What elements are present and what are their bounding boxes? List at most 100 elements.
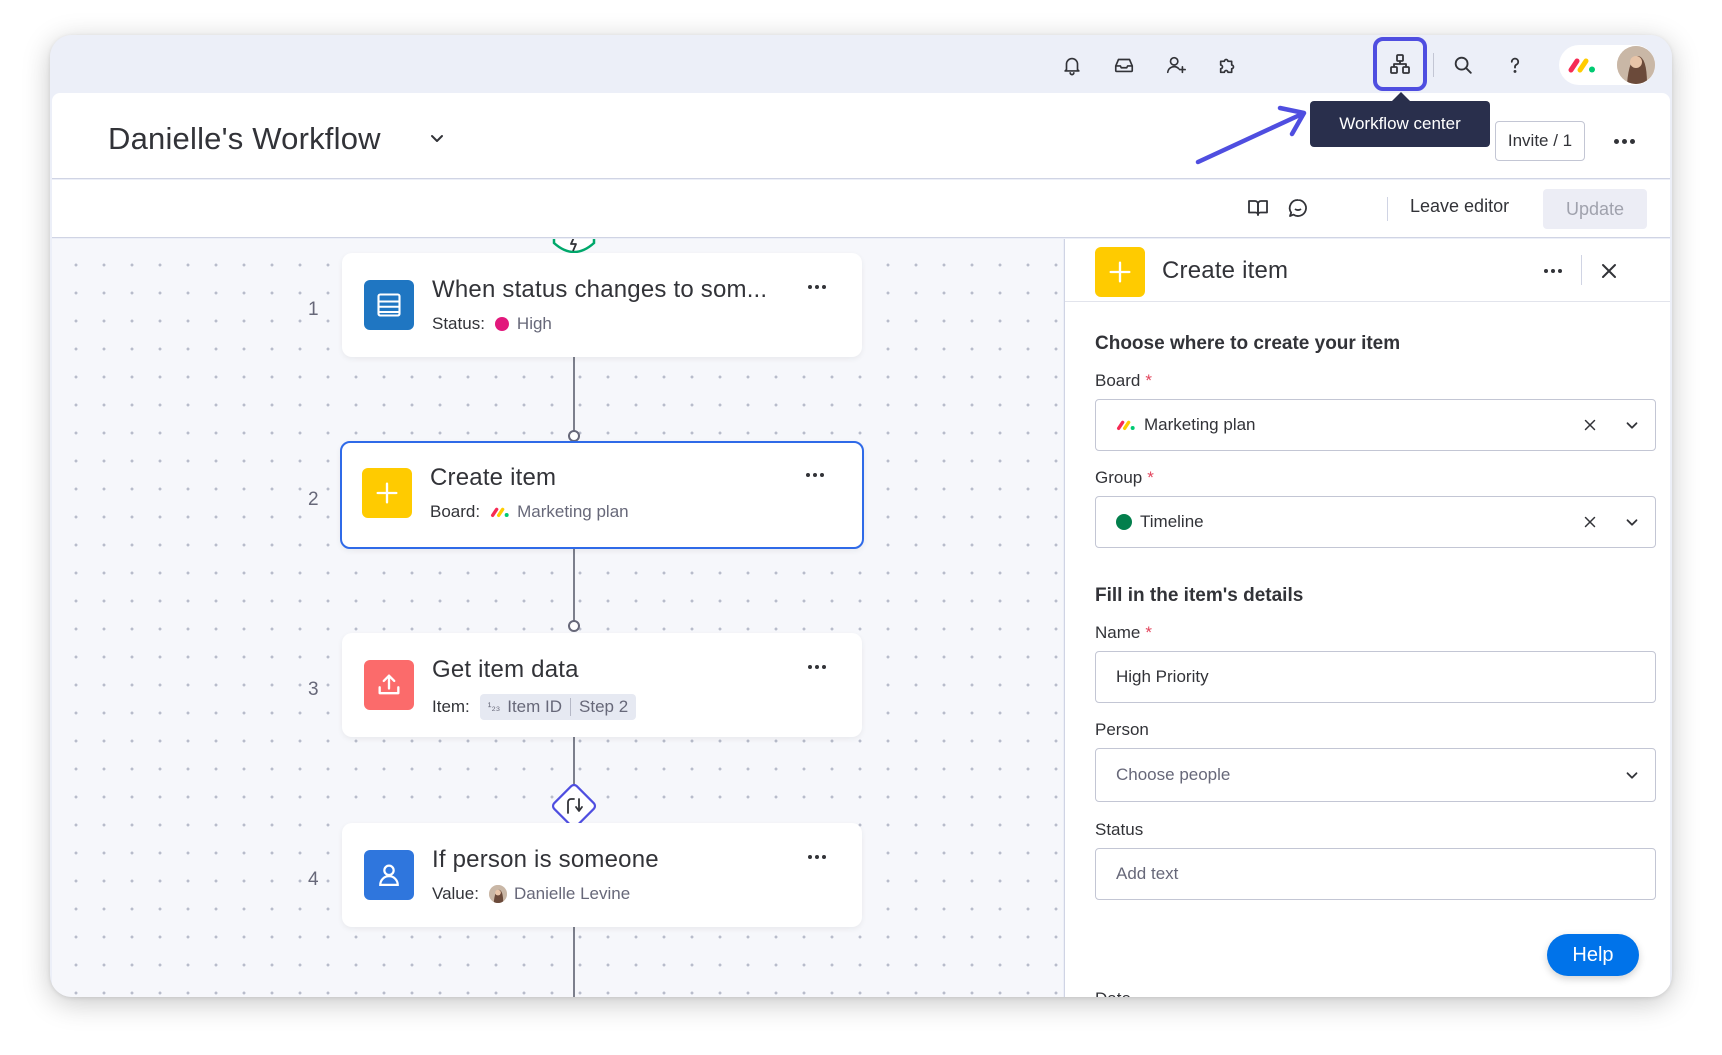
plus-icon	[1095, 247, 1145, 297]
connector-line	[573, 925, 575, 997]
person-placeholder: Choose people	[1116, 765, 1231, 784]
step-meta-value: High	[516, 314, 552, 333]
more-options-icon[interactable]	[1540, 259, 1566, 283]
step-meta: Item: ¹₂₃ Item ID Step 2	[432, 694, 637, 720]
help-icon[interactable]	[1497, 47, 1533, 83]
app-window: Danielle's Workflow Invite / 1 Leave edi…	[50, 35, 1672, 997]
chevron-down-icon[interactable]	[427, 128, 447, 148]
step-meta-value: Danielle Levine	[513, 884, 631, 903]
more-options-icon[interactable]	[805, 657, 829, 677]
name-label: Name *	[1095, 623, 1152, 642]
top-bar	[50, 35, 1672, 93]
book-icon[interactable]	[1246, 196, 1270, 220]
account-menu[interactable]	[1559, 45, 1655, 85]
step-meta-value: Marketing plan	[517, 502, 629, 521]
section-title: Fill in the item's details	[1095, 585, 1304, 606]
group-label: Group *	[1095, 468, 1154, 487]
person-icon	[364, 850, 414, 900]
board-label: Board *	[1095, 371, 1152, 390]
invite-members-icon[interactable]	[1158, 47, 1194, 83]
invite-button[interactable]: Invite / 1	[1495, 121, 1585, 161]
step-settings-panel: Create item Choose where to create your …	[1064, 239, 1670, 997]
status-input[interactable]: Add text	[1095, 848, 1656, 900]
update-button[interactable]: Update	[1543, 189, 1647, 229]
step-card-get-item-data[interactable]: Get item data Item: ¹₂₃ Item ID Step 2	[342, 633, 862, 737]
inbox-icon[interactable]	[1106, 47, 1142, 83]
step-number: 4	[308, 869, 319, 890]
close-icon[interactable]	[1597, 259, 1621, 283]
step-number: 1	[308, 299, 319, 320]
workflow-canvas[interactable]: 1 When status changes to som... Status: …	[52, 239, 1063, 997]
connector-line	[573, 549, 575, 629]
step-title: Create item	[430, 464, 557, 491]
toolbar-divider	[1387, 197, 1388, 221]
step-meta: Status: High	[432, 314, 552, 334]
date-label: Date	[1095, 989, 1131, 997]
more-options-icon[interactable]	[1608, 127, 1640, 155]
feedback-icon[interactable]	[1286, 196, 1310, 220]
workflow-center-button[interactable]	[1373, 37, 1427, 91]
leave-editor-button[interactable]: Leave editor	[1410, 196, 1509, 217]
chevron-down-icon[interactable]	[1623, 416, 1641, 434]
panel-title: Create item	[1162, 257, 1289, 284]
user-avatar[interactable]	[1617, 46, 1655, 84]
chevron-down-icon[interactable]	[1623, 513, 1641, 531]
name-value: High Priority	[1116, 667, 1209, 686]
step-meta: Value: Danielle Levine	[432, 884, 630, 904]
upload-icon	[364, 660, 414, 710]
group-color-dot	[1116, 514, 1132, 530]
step-title: Get item data	[432, 656, 579, 683]
bell-icon[interactable]	[1054, 47, 1090, 83]
step-title: When status changes to som...	[432, 276, 768, 303]
page-title[interactable]: Danielle's Workflow	[108, 121, 381, 157]
item-id-chip[interactable]: ¹₂₃ Item ID Step 2	[479, 694, 637, 720]
workflow-center-tooltip: Workflow center	[1310, 92, 1490, 147]
board-value: Marketing plan	[1144, 415, 1256, 434]
step-meta: Board: Marketing plan	[430, 502, 629, 522]
step-card-create-item[interactable]: Create item Board: Marketing plan	[340, 441, 864, 549]
more-options-icon[interactable]	[803, 465, 827, 485]
panel-header: Create item	[1065, 239, 1670, 302]
clear-icon[interactable]	[1581, 513, 1599, 531]
help-button[interactable]: Help	[1547, 934, 1639, 976]
monday-logo-icon	[1568, 58, 1595, 73]
status-label: Status	[1095, 820, 1144, 839]
group-select[interactable]: Timeline	[1095, 496, 1656, 548]
chip-step: Step 2	[579, 697, 629, 716]
search-icon[interactable]	[1445, 47, 1481, 83]
step-title: If person is someone	[432, 846, 659, 873]
board-icon	[364, 280, 414, 330]
step-card-trigger[interactable]: When status changes to som... Status: Hi…	[342, 253, 862, 357]
person-avatar	[488, 885, 507, 903]
chevron-down-icon[interactable]	[1623, 766, 1641, 784]
step-meta-label: Value:	[432, 884, 479, 903]
step-number: 2	[308, 489, 319, 510]
connector-dot[interactable]	[568, 620, 580, 632]
step-meta-label: Item:	[432, 697, 470, 716]
board-select[interactable]: Marketing plan	[1095, 399, 1656, 451]
more-options-icon[interactable]	[805, 847, 829, 867]
step-meta-label: Status:	[432, 314, 485, 333]
plus-icon	[362, 468, 412, 518]
annotation-arrow-icon	[1195, 105, 1307, 165]
connector-line	[573, 356, 575, 439]
monday-logo-icon	[1117, 420, 1135, 430]
step-number: 3	[308, 679, 319, 700]
step-meta-label: Board:	[430, 502, 481, 521]
more-options-icon[interactable]	[805, 277, 829, 297]
workflow-center-icon	[1390, 54, 1410, 74]
group-value: Timeline	[1140, 512, 1204, 531]
status-placeholder: Add text	[1116, 864, 1179, 883]
step-card-condition[interactable]: If person is someone Value: Danielle Lev…	[342, 823, 862, 927]
topbar-divider	[1433, 53, 1434, 77]
panel-header-divider	[1581, 255, 1582, 285]
status-dot	[494, 317, 509, 331]
monday-logo-icon	[491, 507, 509, 517]
name-input[interactable]: High Priority	[1095, 651, 1656, 703]
person-select[interactable]: Choose people	[1095, 748, 1656, 802]
person-label: Person	[1095, 720, 1149, 739]
section-title: Choose where to create your item	[1095, 333, 1401, 354]
clear-icon[interactable]	[1581, 416, 1599, 434]
editor-toolbar: Leave editor Update	[52, 180, 1670, 238]
apps-icon[interactable]	[1210, 47, 1246, 83]
